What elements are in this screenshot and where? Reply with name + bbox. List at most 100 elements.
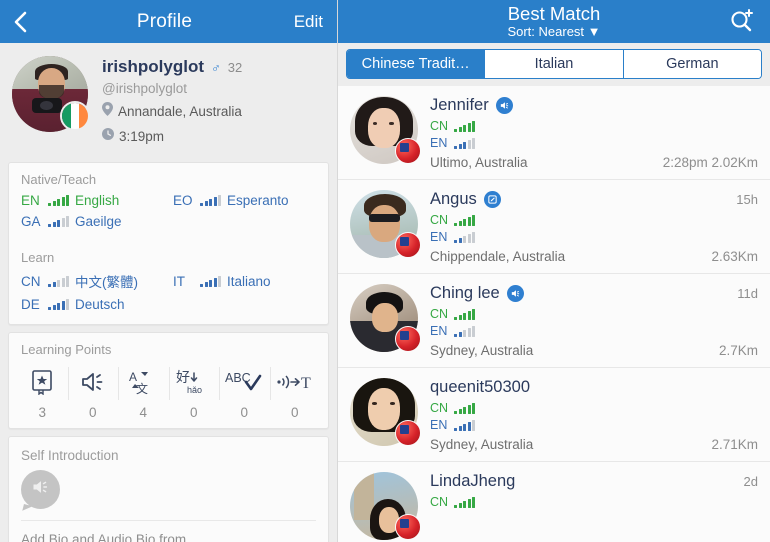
learning-point-count: 3 xyxy=(38,405,46,420)
learning-point-abc[interactable]: ABC 0 xyxy=(219,362,270,420)
audio-badge-icon xyxy=(495,97,513,114)
user-language: CN xyxy=(430,307,758,321)
match-list: Jennifer CN EN Ultimo, Australia 2:28pm … xyxy=(338,86,770,542)
learning-points-card: Learning Points 3 0 A文 4 好 hǎo 0 ABC 0 T… xyxy=(8,332,329,429)
proficiency-meter xyxy=(48,275,69,287)
language-item[interactable]: EN English xyxy=(21,190,173,211)
language-name: English xyxy=(75,193,120,208)
proficiency-meter xyxy=(200,275,221,287)
learning-point-count: 0 xyxy=(88,405,97,420)
user-name: Angus xyxy=(430,190,477,208)
profile-username: irishpolyglot xyxy=(102,57,204,76)
language-filter: Chinese Tradit… Italian German xyxy=(338,43,770,86)
language-code: CN xyxy=(430,401,449,415)
back-button[interactable] xyxy=(14,11,48,33)
learning-point-count: 0 xyxy=(189,405,198,420)
learning-point-book[interactable]: 3 xyxy=(17,362,68,420)
audio-badge-icon xyxy=(506,285,524,302)
list-item[interactable]: Ching lee 11d CN EN Sydney, Australia 2.… xyxy=(338,274,770,368)
proficiency-meter xyxy=(454,231,475,243)
proficiency-meter xyxy=(48,216,69,227)
language-item[interactable]: IT Italiano xyxy=(173,268,271,294)
user-distance: 2.71Km xyxy=(711,437,758,452)
list-item[interactable]: Jennifer CN EN Ultimo, Australia 2:28pm … xyxy=(338,86,770,180)
language-code: DE xyxy=(21,297,40,312)
proficiency-meter xyxy=(454,214,475,226)
speaker-icon xyxy=(68,362,119,402)
user-location: Ultimo, Australia xyxy=(430,155,528,170)
learning-points-row: 3 0 A文 4 好 hǎo 0 ABC 0 T 0 xyxy=(9,360,328,428)
avatar[interactable] xyxy=(350,190,421,258)
best-match-title: Best Match xyxy=(507,3,601,25)
user-name: queenit50300 xyxy=(430,378,531,396)
user-language: EN xyxy=(430,230,758,244)
learning-point-audio-text[interactable]: T 0 xyxy=(269,362,321,420)
language-item[interactable]: DE Deutsch xyxy=(21,294,173,315)
native-teach-label: Native/Teach xyxy=(21,172,97,187)
language-item[interactable]: GA Gaeilge xyxy=(21,211,173,232)
learning-point-pinyin[interactable]: 好 hǎo 0 xyxy=(168,362,220,420)
profile-age: 32 xyxy=(227,60,243,75)
language-code: EN xyxy=(21,193,40,208)
user-language: EN xyxy=(430,136,758,150)
profile-panel: Profile Edit irishpolyglot ♂ 32 @irishpo… xyxy=(0,0,338,542)
language-name: Esperanto xyxy=(227,193,289,208)
user-time: 2d xyxy=(743,474,758,489)
profile-time-row: 3:19pm xyxy=(102,127,325,145)
profile-location-row: Annandale, Australia xyxy=(102,102,325,121)
sort-selector[interactable]: Sort: Nearest ▼ xyxy=(348,25,760,39)
learn-label: Learn xyxy=(21,250,55,265)
svg-text:hǎo: hǎo xyxy=(187,385,202,395)
user-name: Jennifer xyxy=(430,96,489,114)
svg-text:好: 好 xyxy=(176,370,190,386)
svg-text:T: T xyxy=(301,375,311,392)
segment-italian[interactable]: Italian xyxy=(484,50,623,78)
learning-point-speaker[interactable]: 0 xyxy=(67,362,119,420)
audio-bio-button[interactable] xyxy=(21,470,60,509)
audio-to-text-icon: T xyxy=(270,362,321,402)
profile-location: Annandale, Australia xyxy=(118,104,242,119)
language-item[interactable]: EO Esperanto xyxy=(173,190,289,211)
user-distance: 2.63Km xyxy=(711,249,758,264)
app-screen: Profile Edit irishpolyglot ♂ 32 @irishpo… xyxy=(0,0,770,542)
learning-point-count: 0 xyxy=(240,405,248,420)
language-code: CN xyxy=(430,307,449,321)
proficiency-meter xyxy=(454,402,475,414)
user-language: CN xyxy=(430,495,758,509)
learning-point-count: 4 xyxy=(139,405,147,420)
ireland-flag-icon xyxy=(60,101,90,131)
avatar[interactable] xyxy=(12,56,90,132)
search-plus-icon[interactable] xyxy=(728,7,756,40)
user-language: CN xyxy=(430,119,758,133)
list-item[interactable]: queenit50300 CN EN Sydney, Australia 2.7… xyxy=(338,368,770,462)
language-name: Italiano xyxy=(227,273,271,289)
list-item[interactable]: Angus 15h CN EN Chippendale, Australia 2… xyxy=(338,180,770,274)
translate-icon: A文 xyxy=(118,362,169,402)
book-star-icon xyxy=(17,362,68,402)
self-introduction-card: Self Introduction Add Bio and Audio Bio … xyxy=(8,436,329,542)
profile-header: irishpolyglot ♂ 32 @irishpolyglot Annand… xyxy=(0,43,337,155)
language-item[interactable]: CN 中文(繁體) xyxy=(21,268,173,294)
user-time: 11d xyxy=(737,286,758,301)
edit-button[interactable]: Edit xyxy=(281,12,323,32)
learning-point-translate[interactable]: A文 4 xyxy=(118,362,169,420)
avatar[interactable] xyxy=(350,284,421,352)
proficiency-meter xyxy=(48,195,69,206)
proficiency-meter xyxy=(454,419,475,431)
map-pin-icon xyxy=(102,102,113,121)
avatar[interactable] xyxy=(350,472,421,540)
abc-check-icon: ABC xyxy=(219,362,270,402)
language-code: GA xyxy=(21,214,41,229)
user-location: Sydney, Australia xyxy=(430,343,534,358)
edit-badge-icon xyxy=(483,191,501,208)
user-language: CN xyxy=(430,213,758,227)
segment-german[interactable]: German xyxy=(622,50,761,78)
user-language: CN xyxy=(430,401,758,415)
avatar[interactable] xyxy=(350,96,421,164)
segment-chinese-traditional[interactable]: Chinese Tradit… xyxy=(347,50,485,78)
list-item[interactable]: LindaJheng 2d CN xyxy=(338,462,770,542)
avatar[interactable] xyxy=(350,378,421,446)
learning-point-count: 0 xyxy=(290,405,299,420)
user-distance: 2.7Km xyxy=(718,343,758,358)
user-language: EN xyxy=(430,418,758,432)
